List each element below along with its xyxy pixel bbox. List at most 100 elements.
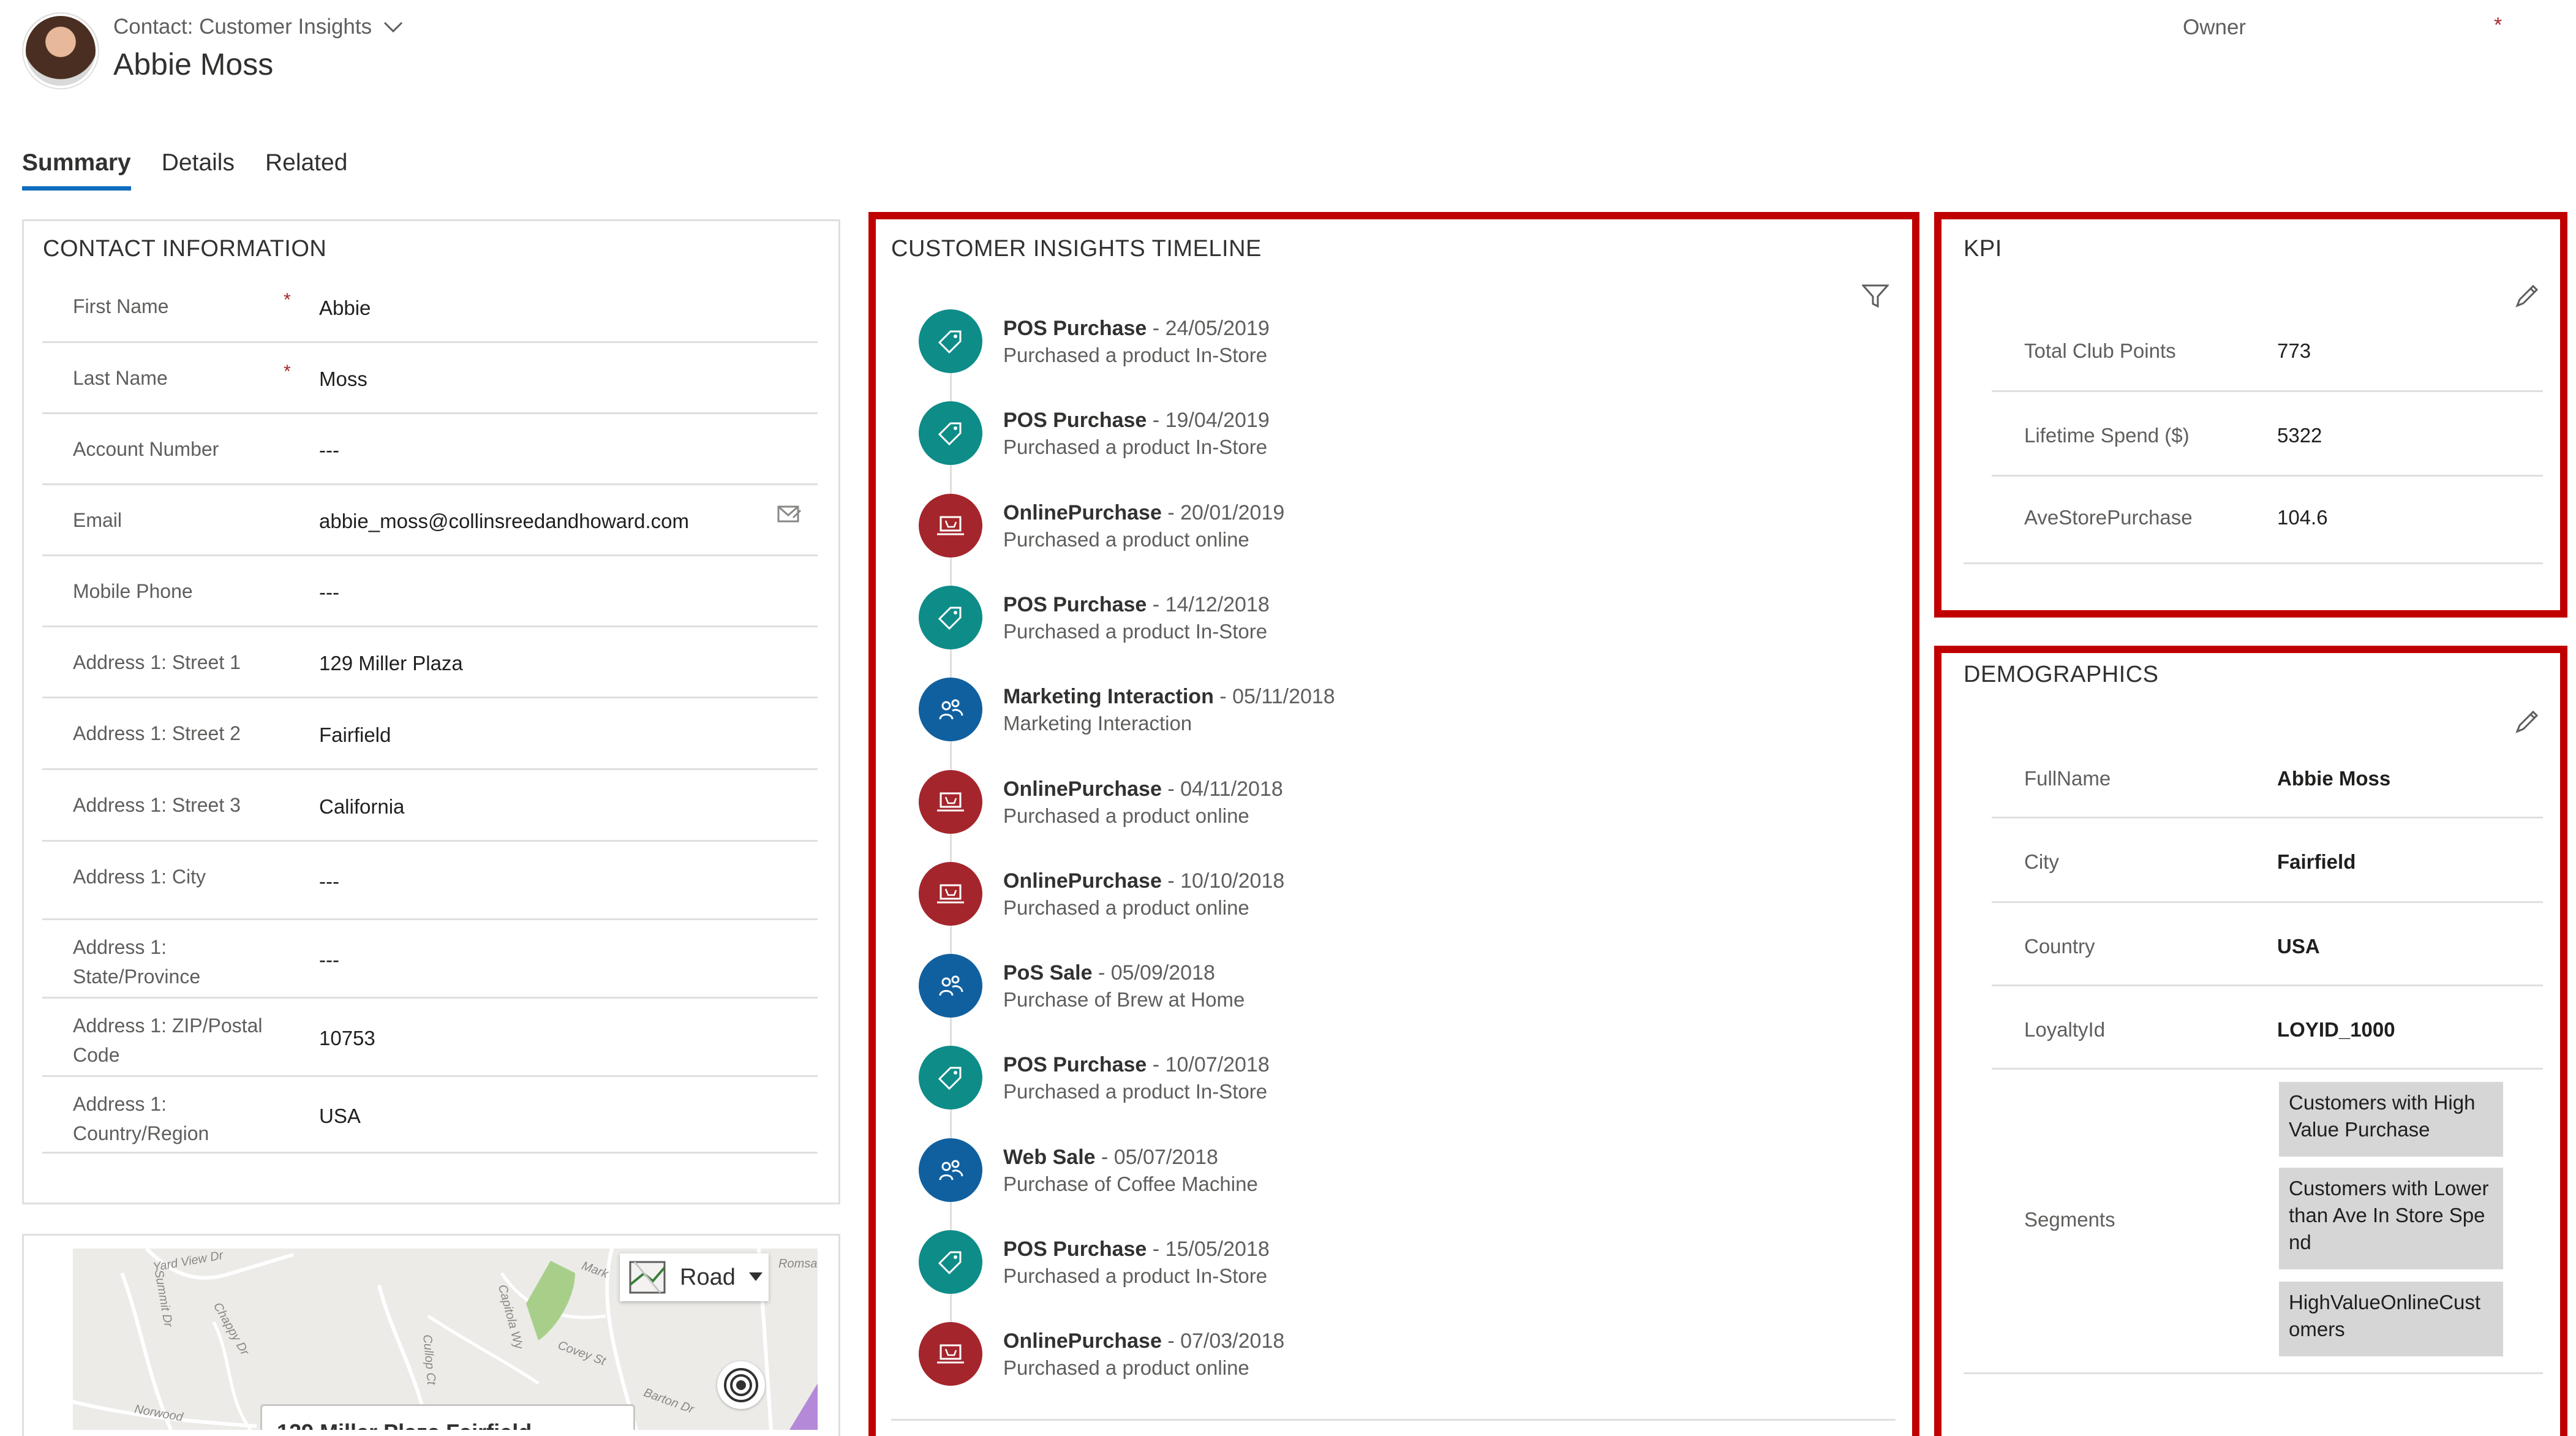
demographics-label: City bbox=[2024, 850, 2059, 873]
timeline-item-date: 04/11/2018 bbox=[1180, 777, 1283, 801]
timeline-item-title: Marketing Interaction - 05/11/2018 bbox=[1003, 685, 1335, 708]
demographics-row: LoyaltyId LOYID_1000 bbox=[1992, 986, 2543, 1070]
map-style-icon bbox=[629, 1261, 666, 1294]
contact-field-row[interactable]: Address 1: Street 3 California bbox=[42, 770, 818, 842]
locate-button[interactable] bbox=[717, 1361, 765, 1409]
kpi-row: Total Club Points 773 bbox=[1992, 310, 2543, 392]
entity-type-selector[interactable]: Contact: Customer Insights bbox=[113, 15, 404, 39]
map-street-label: Romsa bbox=[778, 1257, 818, 1271]
timeline-item-title: POS Purchase - 15/05/2018 bbox=[1003, 1238, 1270, 1261]
kpi-edit-icon[interactable] bbox=[2514, 284, 2539, 309]
tab-summary[interactable]: Summary bbox=[22, 149, 131, 191]
timeline-item-date: 24/05/2019 bbox=[1165, 317, 1270, 340]
people-icon bbox=[919, 678, 982, 741]
tag-icon bbox=[919, 401, 982, 465]
kpi-value: 104.6 bbox=[2277, 506, 2328, 529]
contact-avatar[interactable] bbox=[23, 13, 98, 88]
timeline-item-title: POS Purchase - 14/12/2018 bbox=[1003, 593, 1270, 616]
map-style-dropdown[interactable]: Road bbox=[620, 1253, 769, 1301]
caret-down-icon bbox=[748, 1272, 763, 1281]
demographics-label: LoyaltyId bbox=[2024, 1018, 2106, 1041]
timeline-item-title: OnlinePurchase - 07/03/2018 bbox=[1003, 1329, 1285, 1353]
contact-field-value[interactable]: USA bbox=[319, 1105, 361, 1128]
contact-field-value[interactable]: Fairfield bbox=[319, 724, 391, 747]
map-address-pin-label: 129 Miller Plaza Fairfield bbox=[260, 1404, 635, 1430]
owner-required-marker: * bbox=[2494, 13, 2503, 37]
timeline-item-description: Purchased a product online bbox=[1003, 896, 1249, 919]
entity-type-label: Contact: Customer Insights bbox=[113, 15, 372, 39]
tab-details[interactable]: Details bbox=[162, 149, 235, 191]
timeline-item-description: Purchase of Brew at Home bbox=[1003, 988, 1245, 1011]
contact-field-value[interactable]: --- bbox=[319, 948, 339, 972]
contact-field-label: First Name bbox=[73, 295, 169, 317]
kpi-label: Total Club Points bbox=[2024, 339, 2176, 362]
kpi-bottom-divider bbox=[1964, 562, 2543, 564]
contact-field-row[interactable]: Email abbie_moss@collinsreedandhoward.com bbox=[42, 485, 818, 556]
kpi-label: Lifetime Spend ($) bbox=[2024, 424, 2190, 447]
demographics-row: Country USA bbox=[1992, 903, 2543, 986]
timeline-item-date: 19/04/2019 bbox=[1165, 409, 1270, 432]
contact-field-row[interactable]: Address 1: ZIP/Postal Code 10753 bbox=[42, 999, 818, 1077]
timeline-item-date: 20/01/2019 bbox=[1180, 501, 1285, 524]
contact-field-value[interactable]: 129 Miller Plaza bbox=[319, 652, 463, 675]
contact-field-value[interactable]: Abbie bbox=[319, 297, 371, 320]
timeline-item-date: 05/07/2018 bbox=[1113, 1146, 1218, 1169]
people-icon bbox=[919, 954, 982, 1018]
timeline-item-date: 05/11/2018 bbox=[1232, 685, 1335, 708]
demographics-label: FullName bbox=[2024, 767, 2111, 790]
demographics-value: Fairfield bbox=[2277, 850, 2356, 873]
contact-field-value[interactable]: California bbox=[319, 795, 404, 818]
timeline-item-description: Purchased a product In-Store bbox=[1003, 436, 1268, 458]
contact-field-value[interactable]: 10753 bbox=[319, 1027, 375, 1050]
contact-field-row[interactable]: Address 1: City --- bbox=[42, 842, 818, 920]
address-map[interactable]: Yard View Dr Summit Dr Chappy Dr Capitol… bbox=[73, 1249, 818, 1430]
segments-label: Segments bbox=[2024, 1208, 2115, 1231]
demographics-value: USA bbox=[2277, 935, 2320, 958]
timeline-item-date: 14/12/2018 bbox=[1165, 593, 1270, 616]
segment-tag[interactable]: Customers with Lower than Ave In Store S… bbox=[2279, 1168, 2503, 1269]
contact-field-label: Email bbox=[73, 509, 122, 531]
segment-tag[interactable]: Customers with High Value Purchase bbox=[2279, 1082, 2503, 1157]
demographics-row: FullName Abbie Moss bbox=[1992, 735, 2543, 818]
timeline-item-title: OnlinePurchase - 20/01/2019 bbox=[1003, 501, 1285, 524]
timeline-item-title: POS Purchase - 19/04/2019 bbox=[1003, 409, 1270, 432]
laptop-cart-icon bbox=[919, 770, 982, 834]
timeline-item-date: 05/09/2018 bbox=[1110, 961, 1215, 984]
contact-field-label: Last Name bbox=[73, 367, 168, 389]
contact-field-row[interactable]: First Name * Abbie bbox=[42, 271, 818, 343]
contact-field-row[interactable]: Address 1: Country/Region USA bbox=[42, 1077, 818, 1154]
demographics-edit-icon[interactable] bbox=[2514, 709, 2539, 735]
contact-field-row[interactable]: Account Number --- bbox=[42, 414, 818, 485]
contact-field-value[interactable]: --- bbox=[319, 581, 339, 604]
contact-field-value[interactable]: --- bbox=[319, 870, 339, 893]
contact-information-title: CONTACT INFORMATION bbox=[43, 236, 327, 262]
segment-tag[interactable]: HighValueOnlineCust omers bbox=[2279, 1282, 2503, 1356]
kpi-value: 5322 bbox=[2277, 424, 2322, 447]
timeline-item-description: Purchased a product In-Store bbox=[1003, 1264, 1268, 1287]
contact-field-row[interactable]: Last Name * Moss bbox=[42, 343, 818, 414]
contact-name: Abbie Moss bbox=[113, 47, 274, 81]
timeline-title: CUSTOMER INSIGHTS TIMELINE bbox=[891, 236, 1262, 262]
locate-icon bbox=[724, 1368, 758, 1402]
contact-field-value[interactable]: --- bbox=[319, 439, 339, 462]
contact-field-value[interactable]: abbie_moss@collinsreedandhoward.com bbox=[319, 510, 689, 533]
contact-field-row[interactable]: Address 1: State/Province --- bbox=[42, 920, 818, 999]
contact-field-row[interactable]: Address 1: Street 2 Fairfield bbox=[42, 698, 818, 770]
contact-field-label: Address 1: State/Province bbox=[73, 936, 201, 988]
contact-field-label: Address 1: Country/Region bbox=[73, 1093, 209, 1144]
contact-field-label: Address 1: Street 3 bbox=[73, 794, 241, 816]
contact-field-label: Address 1: Street 2 bbox=[73, 722, 241, 744]
send-email-icon[interactable] bbox=[777, 504, 802, 524]
contact-field-label: Address 1: City bbox=[73, 866, 206, 888]
demographics-row: City Fairfield bbox=[1992, 818, 2543, 903]
contact-field-value[interactable]: Moss bbox=[319, 368, 367, 391]
filter-icon[interactable] bbox=[1862, 284, 1889, 309]
kpi-row: Lifetime Spend ($) 5322 bbox=[1992, 395, 2543, 477]
contact-field-row[interactable]: Mobile Phone --- bbox=[42, 556, 818, 627]
timeline-item-description: Purchased a product In-Store bbox=[1003, 620, 1268, 643]
timeline-item-title: Web Sale - 05/07/2018 bbox=[1003, 1146, 1218, 1169]
contact-field-row[interactable]: Address 1: Street 1 129 Miller Plaza bbox=[42, 627, 818, 698]
kpi-row: AveStorePurchase 104.6 bbox=[1992, 477, 2543, 562]
tab-related[interactable]: Related bbox=[265, 149, 347, 191]
owner-label: Owner bbox=[2183, 15, 2246, 39]
